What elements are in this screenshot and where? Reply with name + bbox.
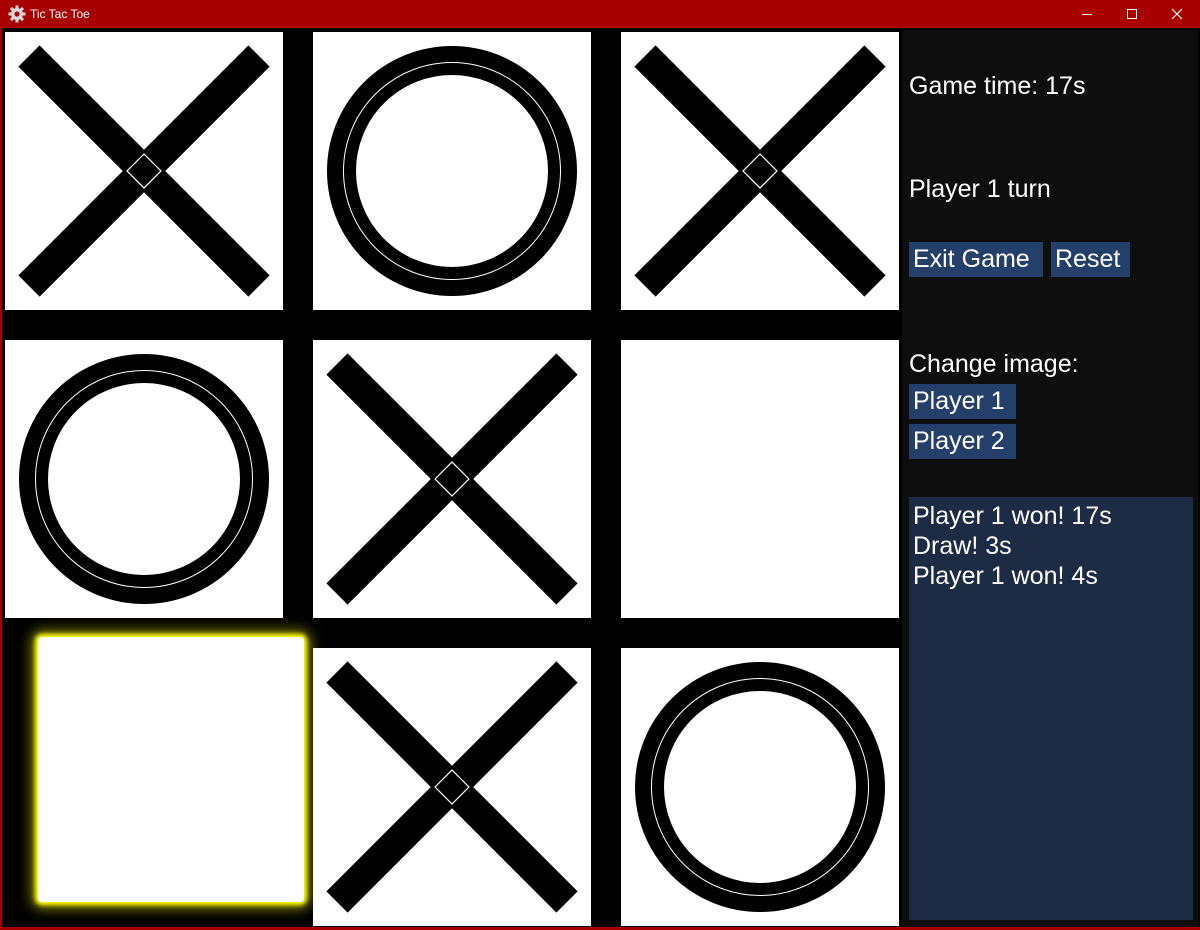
title-bar[interactable]: Tic Tac Toe bbox=[0, 0, 1200, 28]
o-mark-icon bbox=[635, 662, 885, 912]
close-icon bbox=[1171, 8, 1183, 20]
o-mark-icon bbox=[19, 354, 269, 604]
board-cell-8[interactable] bbox=[313, 648, 591, 926]
o-mark-icon bbox=[327, 46, 577, 296]
history-item: Player 1 won! 17s bbox=[913, 502, 1112, 530]
close-button[interactable] bbox=[1154, 0, 1200, 28]
x-mark-icon bbox=[326, 661, 578, 913]
maximize-button[interactable] bbox=[1109, 0, 1155, 28]
x-mark-icon bbox=[634, 45, 886, 297]
game-time-label: Game time: 17s bbox=[909, 72, 1086, 100]
minimize-button[interactable] bbox=[1064, 0, 1110, 28]
turn-label: Player 1 turn bbox=[909, 175, 1051, 203]
board-cell-4[interactable] bbox=[5, 340, 283, 618]
board-cell-1[interactable] bbox=[5, 32, 283, 310]
side-panel: Game time: 17s Player 1 turn Exit Game R… bbox=[902, 30, 1198, 927]
x-mark-icon bbox=[326, 353, 578, 605]
game-history-list[interactable]: Player 1 won! 17s Draw! 3s Player 1 won!… bbox=[909, 497, 1193, 920]
board-cell-7[interactable] bbox=[38, 637, 304, 902]
history-item: Player 1 won! 4s bbox=[913, 562, 1098, 590]
minimize-icon bbox=[1082, 14, 1092, 15]
player-2-image-button[interactable]: Player 2 bbox=[909, 424, 1016, 459]
player-1-image-button[interactable]: Player 1 bbox=[909, 384, 1016, 419]
board-cell-2[interactable] bbox=[313, 32, 591, 310]
change-image-label: Change image: bbox=[909, 350, 1079, 378]
board-cell-3[interactable] bbox=[621, 32, 899, 310]
gear-icon bbox=[8, 5, 26, 23]
maximize-icon bbox=[1127, 9, 1137, 19]
board-cell-5[interactable] bbox=[313, 340, 591, 618]
window-title: Tic Tac Toe bbox=[30, 7, 90, 21]
x-mark-icon bbox=[18, 45, 270, 297]
exit-game-button[interactable]: Exit Game bbox=[909, 242, 1043, 277]
history-item: Draw! 3s bbox=[913, 532, 1012, 560]
window-border-left bbox=[0, 28, 2, 930]
board-cell-9[interactable] bbox=[621, 648, 899, 926]
reset-button[interactable]: Reset bbox=[1051, 242, 1130, 277]
board-cell-6[interactable] bbox=[621, 340, 899, 618]
